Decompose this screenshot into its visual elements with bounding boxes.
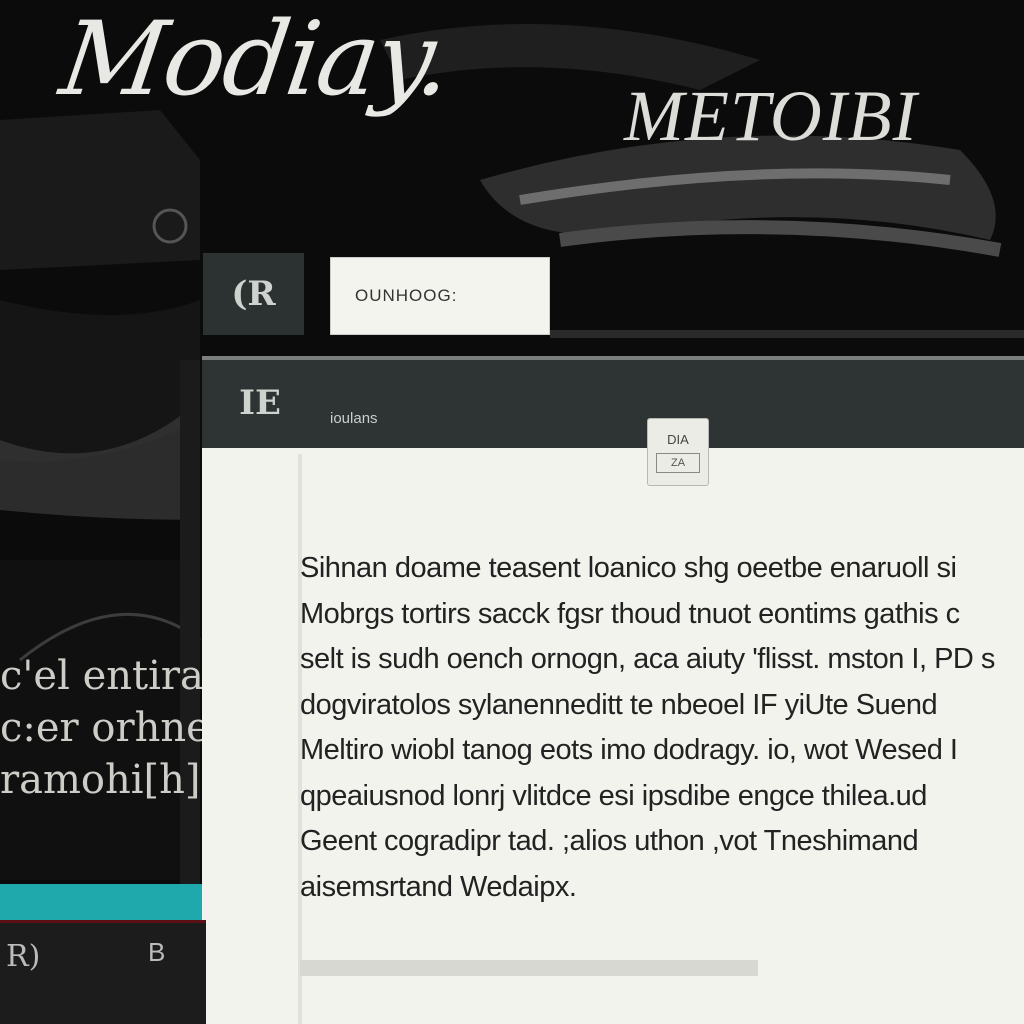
document-icon-glyph: IE [239, 383, 281, 423]
app-icon-glyph: (R [231, 274, 276, 314]
bottom-left-panel: R) B [0, 920, 206, 1024]
floating-tool-button[interactable]: DIA ZA [647, 418, 709, 486]
document-line: Mobrgs tortirs sacck fgsr thoud tnuot eo… [300, 597, 960, 630]
document-line: selt is sudh oench ornogn, aca aiuty 'fl… [300, 643, 995, 675]
document-line: Sihnan doame teasent loanico shg oeetbe … [300, 552, 957, 584]
brand-title: Modiay. [53, 0, 458, 119]
document-body[interactable]: Sihnan doame teasent loanico shg oeetbe … [300, 546, 1024, 906]
document-line: dogviratolos sylanenneditt te nbeoel IF … [300, 688, 938, 721]
sidebar-text-line: c:er orhnee [0, 705, 202, 751]
sidebar-text-line: c'el entira, [0, 653, 202, 699]
bottom-left-icon[interactable]: R) [6, 939, 40, 974]
document-icon[interactable]: IE [230, 378, 290, 428]
sidebar-text-line: ramohi[h] [0, 757, 201, 803]
brand-subtitle: METOIBI [624, 76, 918, 156]
panel-label: ioulans [330, 410, 378, 427]
image-icon: ZA [656, 452, 700, 473]
bookmark-icon[interactable]: B [148, 937, 165, 968]
floating-tool-label: DIA [667, 431, 689, 447]
document-line: qpeaiusnod lonrj vlitdce esi ipsdibe eng… [300, 779, 927, 812]
search-input[interactable]: OUNHOOG: [330, 257, 550, 335]
active-nav-bar[interactable] [0, 884, 202, 920]
horizontal-scrollbar[interactable] [300, 960, 758, 976]
sidebar-text: c'el entira, c:er orhnee ramohi[h] [0, 650, 202, 806]
document-line: Meltiro wiobl tanog eots imo dodragy. io… [300, 734, 958, 766]
app-icon[interactable]: (R [203, 253, 304, 335]
toolbar-divider [550, 330, 1024, 338]
panel-header: IE ioulans [202, 356, 1024, 448]
document-line: aisemsrtand Wedaipx. [300, 870, 577, 903]
document-line: Geent cogradipr tad. ;alios uthon ,vot T… [300, 825, 919, 857]
